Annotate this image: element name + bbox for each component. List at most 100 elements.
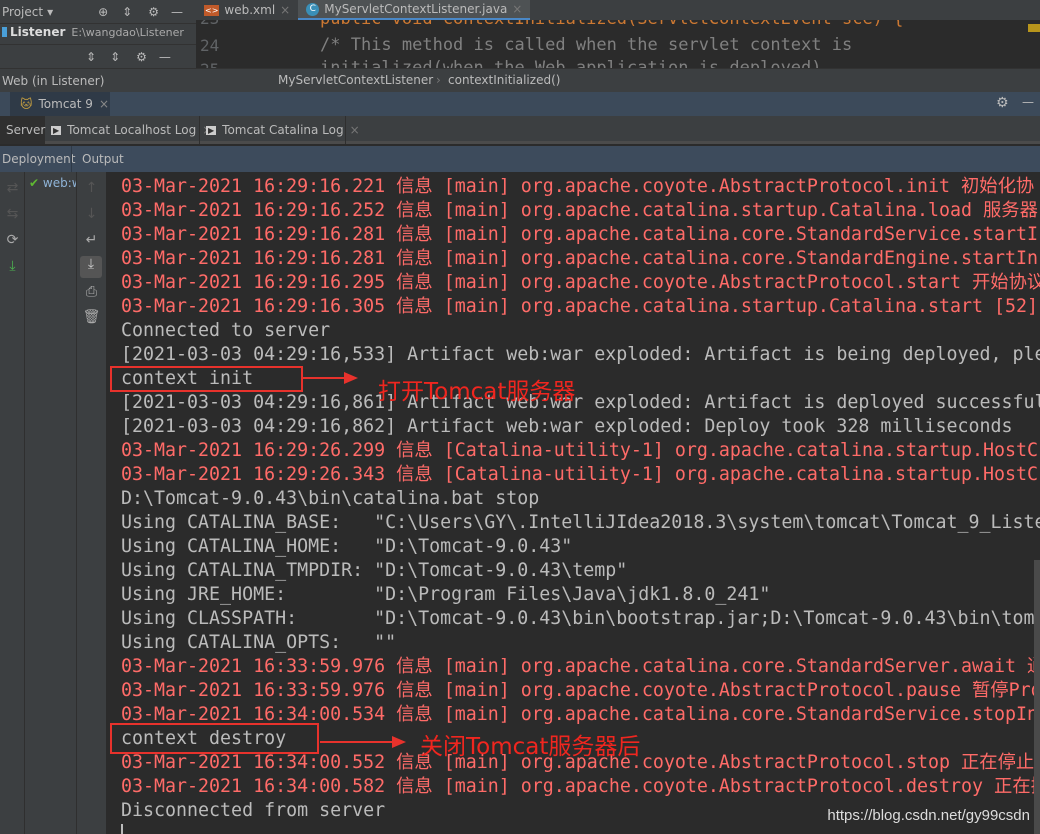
close-icon[interactable]: × [99, 97, 109, 111]
breadcrumb: MyServletContextListener › contextInitia… [196, 68, 1040, 92]
warning-marker[interactable] [1028, 24, 1040, 32]
deploy-artifact-icon[interactable]: ⤓ [0, 258, 25, 274]
project-root-item[interactable]: Listener E:\wangdao\Listener [0, 20, 196, 44]
console-line: [2021-03-03 04:29:16,861] Artifact web:w… [121, 392, 1040, 413]
breadcrumb-item[interactable]: contextInitialized() [448, 73, 560, 87]
folder-icon [2, 27, 7, 37]
tab-label: MyServletContextListener.java [324, 2, 508, 16]
project-view-dropdown[interactable]: Project [2, 5, 43, 19]
console-line: 03-Mar-2021 16:29:16.305 信息 [main] org.a… [121, 296, 1039, 317]
collapse-all-icon[interactable]: ⇕ [110, 50, 120, 64]
tab-myservletcontextlistener[interactable]: C MyServletContextListener.java × [298, 0, 531, 20]
minimize-icon[interactable]: — [1022, 95, 1034, 109]
tab-web-xml[interactable]: <> web.xml × [196, 0, 298, 20]
run-config-bar: 🐱 Tomcat 9 × ⚙ — [0, 92, 1040, 116]
console-line: 03-Mar-2021 16:29:16.295 信息 [main] org.a… [121, 272, 1040, 293]
tab-label: web.xml [224, 3, 276, 17]
services-header: ⇕ ⇕ ⚙ — [0, 44, 196, 68]
server-tabs: Server ▶ Tomcat Localhost Log × ▶ Tomcat Ca… [0, 116, 1040, 144]
tab-tomcat-localhost-log[interactable]: ▶Tomcat Localhost Log× [45, 116, 212, 144]
deployment-label: web:war exploded [42, 176, 76, 190]
console-line: 03-Mar-2021 16:34:00.582 信息 [main] org.a… [121, 776, 1040, 797]
console-line: 03-Mar-2021 16:29:26.343 信息 [Catalina-ut… [121, 464, 1039, 485]
soft-wrap-icon[interactable]: ↵ [79, 232, 104, 248]
close-icon[interactable]: × [280, 3, 290, 17]
breadcrumb-item[interactable]: MyServletContextListener [278, 73, 433, 87]
minimize-icon[interactable]: — [171, 5, 183, 19]
tomcat-icon: 🐱 [20, 97, 33, 111]
console-line: Using CATALINA_HOME: "D:\Tomcat-9.0.43" [121, 536, 573, 557]
tab-label: Tomcat 9 [38, 97, 93, 111]
console-line: 03-Mar-2021 16:29:26.299 信息 [Catalina-ut… [121, 440, 1039, 461]
xml-file-icon: <> [204, 4, 220, 16]
class-icon: C [306, 2, 320, 16]
editor-tabs: <> web.xml × C MyServletContextListener.jav… [196, 0, 1040, 20]
tab-server[interactable]: Server [0, 116, 45, 144]
console-line: Using CATALINA_TMPDIR: "D:\Tomcat-9.0.43… [121, 560, 628, 581]
text-cursor [121, 824, 123, 834]
line-number: 25 [200, 60, 219, 68]
services-item-label: Web (in Listener) [2, 73, 105, 88]
undeploy-icon[interactable]: ⇆ [0, 206, 25, 222]
console-line: Using CATALINA_BASE: "C:\Users\GY\.Intel… [121, 512, 1040, 533]
arrow-down-icon[interactable]: ↓ [79, 206, 104, 222]
console-icon: ▶ [51, 125, 62, 135]
tab-label: Tomcat Localhost Log [67, 123, 197, 137]
deploy-icon[interactable]: ⇄ [0, 180, 25, 196]
deployment-item[interactable]: ✔ web:war exploded [29, 176, 76, 190]
scrollbar[interactable] [1034, 560, 1040, 834]
scroll-to-end-icon[interactable]: ⤓ [80, 256, 102, 278]
console-line: [2021-03-03 04:29:16,862] Artifact web:w… [121, 416, 1013, 437]
highlight-box-init [110, 366, 303, 392]
gear-icon[interactable]: ⚙ [148, 5, 159, 19]
gear-icon[interactable]: ⚙ [136, 50, 147, 64]
collapse-icon[interactable]: ⇕ [122, 5, 132, 19]
server-toolbar: ⇄ ⇆ ⟳ ⤓ [0, 172, 25, 834]
annotation-init: 打开Tomcat服务器 [378, 379, 576, 405]
console-line: 03-Mar-2021 16:29:16.221 信息 [main] org.a… [121, 176, 1035, 197]
console-line: Using CATALINA_OPTS: "" [121, 632, 397, 653]
console-line: 03-Mar-2021 16:29:16.281 信息 [main] org.a… [121, 248, 1039, 269]
services-item[interactable]: Web (in Listener) [0, 68, 196, 92]
console-line: 03-Mar-2021 16:33:59.976 信息 [main] org.a… [121, 656, 1040, 677]
highlight-box-destroy [110, 723, 319, 754]
arrow-up-icon[interactable]: ↑ [79, 180, 104, 196]
refresh-icon[interactable]: ⟳ [0, 232, 25, 248]
trash-icon[interactable]: 🗑 [79, 309, 104, 325]
arrow-icon [320, 736, 406, 748]
console-line: 03-Mar-2021 16:29:16.281 信息 [main] org.a… [121, 224, 1039, 245]
tab-tomcat-9[interactable]: 🐱 Tomcat 9 × [10, 92, 110, 116]
code-line: initialized(when the Web application is … [320, 58, 832, 68]
tab-tomcat-catalina-log[interactable]: ▶ Tomcat Catalina Log × [200, 116, 360, 144]
close-icon[interactable]: × [512, 2, 522, 16]
project-panel: Project ▾ ⊕ ⇕ ⚙ — Listener E:\wangdao\Listene… [0, 0, 196, 92]
expand-all-icon[interactable]: ⇕ [86, 50, 96, 64]
print-icon[interactable]: ⎙ [79, 284, 104, 300]
minimize-icon[interactable]: — [159, 50, 171, 64]
chevron-right-icon: › [436, 73, 441, 87]
tab-deployment[interactable]: Deployment [2, 152, 75, 166]
chevron-down-icon[interactable]: ▾ [47, 5, 53, 19]
console-line: D:\Tomcat-9.0.43\bin\catalina.bat stop [121, 488, 540, 509]
close-icon[interactable]: × [350, 123, 360, 137]
code-line: /* This method is called when the servle… [320, 35, 853, 55]
console-line: Disconnected from server [121, 800, 386, 821]
console-icon: ▶ [206, 125, 217, 135]
locate-icon[interactable]: ⊕ [98, 5, 108, 19]
gear-icon[interactable]: ⚙ [996, 95, 1009, 111]
line-number: 24 [200, 36, 220, 55]
deployment-tree: ✔ web:war exploded [25, 172, 77, 834]
divider [71, 146, 72, 172]
console-line: [2021-03-03 04:29:16,533] Artifact web:w… [121, 344, 1040, 365]
tab-label: Tomcat Catalina Log [222, 123, 344, 137]
arrow-icon [302, 372, 358, 384]
console-line: Connected to server [121, 320, 331, 341]
console-line: Using JRE_HOME: "D:\Program Files\Java\j… [121, 584, 771, 605]
console-line: Using CLASSPATH: "D:\Tomcat-9.0.43\bin\b… [121, 608, 1040, 629]
watermark: https://blog.csdn.net/gy99csdn [827, 807, 1030, 824]
annotation-destroy: 关闭Tomcat服务器后 [420, 734, 641, 760]
project-name: Listener [10, 25, 66, 39]
console-line: 03-Mar-2021 16:29:16.252 信息 [main] org.a… [121, 200, 1038, 221]
tab-label: Server [6, 123, 46, 137]
tab-output[interactable]: Output [82, 152, 124, 166]
